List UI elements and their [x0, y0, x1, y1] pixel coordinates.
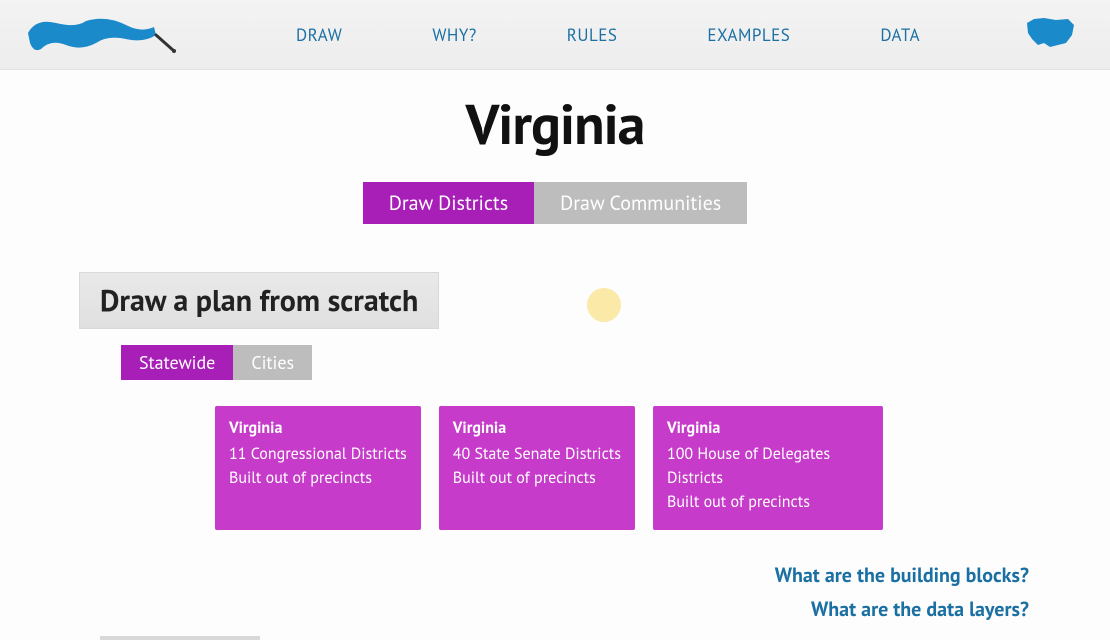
draw-from-scratch-section: Draw a plan from scratch Statewide Citie… [75, 272, 1035, 622]
logo[interactable] [26, 13, 256, 57]
nav-rules[interactable]: RULES [567, 24, 618, 46]
card-state: Virginia [667, 418, 869, 438]
card-line: Built out of precincts [229, 466, 407, 490]
us-silhouette-icon [1024, 15, 1076, 49]
card-line: 40 State Senate Districts [453, 442, 621, 466]
card-line: Built out of precincts [453, 466, 621, 490]
mode-tabs: Draw Districts Draw Communities [75, 182, 1035, 224]
card-state: Virginia [453, 418, 621, 438]
section-heading: Draw a plan from scratch [100, 281, 418, 320]
tab-cities[interactable]: Cities [233, 345, 312, 380]
link-data-layers[interactable]: What are the data layers? [75, 596, 1029, 622]
card-line: Built out of precincts [667, 490, 869, 514]
top-nav: DRAW WHY? RULES EXAMPLES DATA [0, 0, 1110, 70]
highlight-dot [587, 288, 621, 322]
logo-icon [26, 13, 176, 57]
section-heading-stub [100, 636, 260, 640]
plan-card-house-of-delegates[interactable]: Virginia 100 House of Delegates District… [653, 406, 883, 530]
plan-cards: Virginia 11 Congressional Districts Buil… [215, 406, 1035, 530]
nav-links: DRAW WHY? RULES EXAMPLES DATA [256, 24, 1024, 46]
info-links: What are the building blocks? What are t… [75, 562, 1035, 622]
page-title: Virginia [75, 88, 1035, 160]
link-building-blocks[interactable]: What are the building blocks? [75, 562, 1029, 588]
us-map-icon[interactable] [1024, 15, 1084, 54]
nav-examples[interactable]: EXAMPLES [707, 24, 790, 46]
scope-tabs: Statewide Cities [121, 345, 1035, 380]
tab-draw-districts[interactable]: Draw Districts [363, 182, 534, 224]
card-line: 11 Congressional Districts [229, 442, 407, 466]
card-line: 100 House of Delegates Districts [667, 442, 869, 490]
page-body: Virginia Draw Districts Draw Communities… [75, 70, 1035, 622]
nav-data[interactable]: DATA [880, 24, 920, 46]
nav-why[interactable]: WHY? [432, 24, 476, 46]
tab-statewide[interactable]: Statewide [121, 345, 233, 380]
plan-card-state-senate[interactable]: Virginia 40 State Senate Districts Built… [439, 406, 635, 530]
card-state: Virginia [229, 418, 407, 438]
section-heading-box: Draw a plan from scratch [79, 272, 439, 329]
nav-draw[interactable]: DRAW [296, 24, 342, 46]
tab-draw-communities[interactable]: Draw Communities [534, 182, 747, 224]
plan-card-congressional[interactable]: Virginia 11 Congressional Districts Buil… [215, 406, 421, 530]
